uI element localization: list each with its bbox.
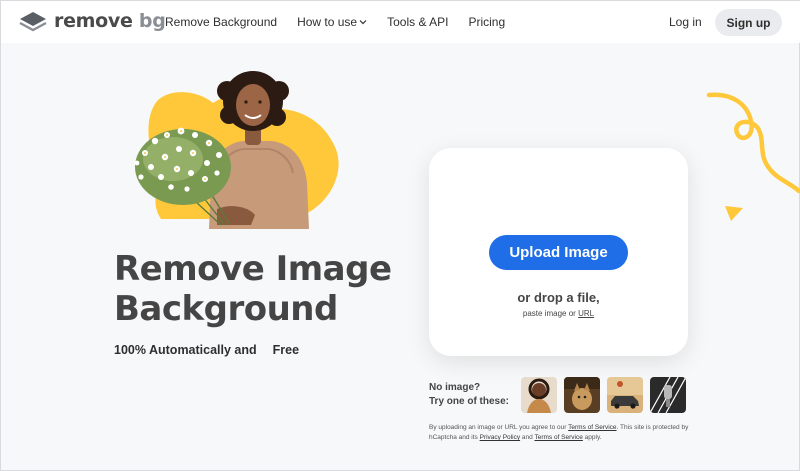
sample-thumbnail-animal[interactable] [564, 377, 600, 413]
hcaptcha-terms-link[interactable]: Terms of Service [534, 434, 582, 441]
url-link[interactable]: URL [578, 309, 594, 318]
sample-prompt-line-1: No image? [429, 382, 481, 393]
nav-pricing[interactable]: Pricing [468, 15, 505, 29]
privacy-policy-link[interactable]: Privacy Policy [480, 434, 520, 441]
nav-label: How to use [297, 15, 358, 29]
sample-thumbnail-product[interactable] [650, 377, 686, 413]
free-badge: Free [264, 341, 310, 360]
terms-of-service-link[interactable]: Terms of Service [568, 424, 616, 431]
login-link[interactable]: Log in [669, 15, 702, 29]
signup-button[interactable]: Sign up [715, 9, 782, 36]
sample-prompt: No image? Try one of these: [429, 381, 509, 409]
nav-tools-api[interactable]: Tools & API [387, 15, 448, 29]
sample-thumbnail-person[interactable] [521, 377, 557, 413]
upload-card[interactable]: Upload Image or drop a file, paste image… [429, 148, 688, 356]
hero-subline: 100% Automatically and Free [114, 341, 310, 360]
nav-label: Tools & API [387, 15, 449, 29]
subline-text: 100% Automatically and [114, 343, 257, 357]
legal-notice: By uploading an image or URL you agree t… [429, 423, 691, 443]
hero-woman-with-flowers-image [134, 71, 339, 229]
legal-text-1: By uploading an image or URL you agree t… [429, 424, 567, 431]
upload-image-button[interactable]: Upload Image [489, 235, 628, 270]
logo-word-bg: bg [138, 10, 166, 32]
drop-file-text: or drop a file, [517, 290, 600, 305]
decorative-triangle [725, 206, 743, 221]
sample-prompt-line-2: Try one of these: [429, 396, 510, 407]
nav-label: Pricing [468, 15, 506, 29]
paste-hint: paste image or URL [429, 309, 688, 318]
main-nav: Remove Background How to use Tools & API… [165, 15, 525, 29]
animal-thumbnail-image [564, 377, 600, 413]
decorative-squiggle [706, 92, 800, 194]
hero-headline: Remove Image Background [114, 249, 414, 329]
product-thumbnail-image [650, 377, 686, 413]
headline-line-2: Background [114, 289, 338, 329]
nav-label: Remove Background [165, 15, 278, 29]
person-thumbnail-image [521, 377, 557, 413]
nav-how-to-use[interactable]: How to use [297, 15, 367, 29]
legal-text-3: and [521, 434, 533, 441]
top-navbar: remove bg Remove Background How to use T… [1, 1, 800, 43]
logo[interactable]: remove bg [18, 10, 166, 32]
legal-text-4: apply. [584, 434, 602, 441]
chevron-down-icon [359, 20, 367, 25]
paste-text: paste image or [522, 309, 576, 318]
sample-thumbnail-car[interactable] [607, 377, 643, 413]
logo-layers-icon [19, 12, 47, 32]
car-thumbnail-image [607, 377, 643, 413]
free-badge-label: Free [272, 343, 300, 357]
headline-line-1: Remove Image [114, 249, 392, 289]
logo-text: remove bg [54, 10, 166, 32]
page-frame: remove bg Remove Background How to use T… [0, 0, 800, 471]
sample-thumbnails [521, 377, 693, 413]
nav-remove-background[interactable]: Remove Background [165, 15, 277, 29]
logo-word-remove: remove [54, 10, 133, 32]
